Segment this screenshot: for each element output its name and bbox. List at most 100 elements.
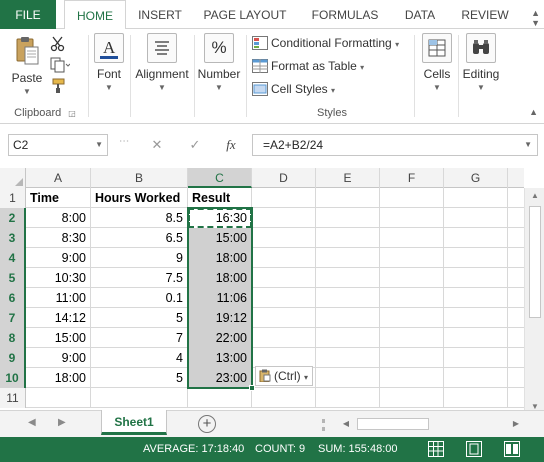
time-cell[interactable]: 8:30 xyxy=(26,228,91,248)
cell[interactable] xyxy=(316,228,380,248)
tab-file[interactable]: FILE xyxy=(0,0,56,29)
tab-home[interactable]: HOME xyxy=(64,0,126,30)
result-cell[interactable]: 15:00 xyxy=(188,228,252,248)
cell[interactable] xyxy=(444,228,508,248)
cell[interactable] xyxy=(380,348,444,368)
alignment-button[interactable]: Alignment ▼ xyxy=(134,33,190,92)
font-button[interactable]: A Font ▼ xyxy=(92,33,126,92)
scroll-right-icon[interactable]: ▶ xyxy=(509,416,523,432)
hours-cell[interactable]: 4 xyxy=(91,348,188,368)
cell[interactable] xyxy=(316,308,380,328)
cell[interactable] xyxy=(316,368,380,388)
tab-insert[interactable]: INSERT xyxy=(130,0,190,29)
cell[interactable] xyxy=(252,308,316,328)
cell-a1[interactable]: Time xyxy=(26,188,91,208)
hours-cell[interactable]: 8.5 xyxy=(91,208,188,228)
row-header[interactable]: 6 xyxy=(0,288,26,308)
scroll-up-icon[interactable]: ▲ xyxy=(525,188,544,204)
sheet-next-icon[interactable]: ▶ xyxy=(58,417,66,428)
cell[interactable] xyxy=(444,368,508,388)
cell[interactable] xyxy=(444,348,508,368)
resize-handle[interactable]: ⋮ xyxy=(118,136,129,146)
cell[interactable] xyxy=(252,208,316,228)
cut-button[interactable] xyxy=(50,35,69,55)
hours-cell[interactable]: 9 xyxy=(91,248,188,268)
cell[interactable] xyxy=(316,328,380,348)
row-header[interactable]: 1 xyxy=(0,188,26,208)
cell[interactable] xyxy=(252,328,316,348)
row-header[interactable]: 5 xyxy=(0,268,26,288)
cell[interactable] xyxy=(444,268,508,288)
hours-cell[interactable]: 5 xyxy=(91,368,188,388)
add-sheet-button[interactable]: + xyxy=(198,415,216,433)
normal-view-icon[interactable] xyxy=(428,441,444,457)
time-cell[interactable]: 8:00 xyxy=(26,208,91,228)
tab-overflow-icon[interactable]: ▲ ▼ xyxy=(531,8,540,28)
cell-b1[interactable]: Hours Worked xyxy=(91,188,188,208)
row-header[interactable]: 10 xyxy=(0,368,26,388)
row-header[interactable]: 9 xyxy=(0,348,26,368)
collapse-ribbon-icon[interactable]: ▲ xyxy=(529,107,538,117)
expand-formula-icon[interactable]: ▼ xyxy=(524,135,532,155)
tab-data[interactable]: DATA xyxy=(396,0,444,29)
time-cell[interactable]: 9:00 xyxy=(26,248,91,268)
cell[interactable] xyxy=(252,388,316,408)
result-cell[interactable]: 16:30 xyxy=(188,208,252,228)
cell[interactable] xyxy=(252,348,316,368)
row-header[interactable]: 11 xyxy=(0,388,26,408)
vertical-scrollbar[interactable]: ▲ ▼ xyxy=(524,188,544,415)
row-header[interactable]: 3 xyxy=(0,228,26,248)
result-cell[interactable]: 19:12 xyxy=(188,308,252,328)
time-cell[interactable]: 9:00 xyxy=(26,348,91,368)
cell[interactable] xyxy=(380,328,444,348)
cell[interactable] xyxy=(380,388,444,408)
result-cell[interactable]: 18:00 xyxy=(188,248,252,268)
result-cell[interactable]: 11:06 xyxy=(188,288,252,308)
time-cell[interactable]: 18:00 xyxy=(26,368,91,388)
formula-input[interactable]: =A2+B2/24 ▼ xyxy=(252,134,538,156)
cell[interactable] xyxy=(252,288,316,308)
column-header-b[interactable]: B xyxy=(91,168,188,188)
result-cell[interactable]: 22:00 xyxy=(188,328,252,348)
cell[interactable] xyxy=(316,208,380,228)
cell[interactable] xyxy=(444,208,508,228)
paste-options-button[interactable]: (Ctrl) ▾ xyxy=(255,366,314,386)
time-cell[interactable]: 15:00 xyxy=(26,328,91,348)
result-cell[interactable]: 18:00 xyxy=(188,268,252,288)
cell[interactable] xyxy=(444,328,508,348)
cells-button[interactable]: Cells ▼ xyxy=(418,33,456,92)
time-cell[interactable]: 11:00 xyxy=(26,288,91,308)
paste-button[interactable]: Paste ▼ xyxy=(8,35,46,96)
cell[interactable] xyxy=(188,388,252,408)
cell-styles-button[interactable]: Cell Styles ▾ xyxy=(252,79,335,99)
column-header-c[interactable]: C xyxy=(188,168,252,188)
row-header[interactable]: 8 xyxy=(0,328,26,348)
cell[interactable] xyxy=(380,248,444,268)
tab-formulas[interactable]: FORMULAS xyxy=(305,0,385,29)
cell[interactable] xyxy=(444,388,508,408)
format-painter-button[interactable] xyxy=(50,77,69,97)
cell[interactable] xyxy=(444,248,508,268)
column-header-f[interactable]: F xyxy=(380,168,444,188)
page-break-view-icon[interactable] xyxy=(504,441,520,457)
cancel-icon[interactable]: ✕ xyxy=(146,134,168,156)
sheet-tab-sheet1[interactable]: Sheet1 xyxy=(101,410,167,435)
cell[interactable] xyxy=(380,208,444,228)
copy-button[interactable] xyxy=(50,56,71,76)
hours-cell[interactable]: 7 xyxy=(91,328,188,348)
result-cell[interactable]: 13:00 xyxy=(188,348,252,368)
cell[interactable] xyxy=(380,228,444,248)
enter-icon[interactable]: ✓ xyxy=(184,134,206,156)
result-cell[interactable]: 23:00 xyxy=(188,368,252,388)
cell[interactable] xyxy=(380,288,444,308)
scroll-thumb[interactable] xyxy=(529,206,541,318)
sheet-prev-icon[interactable]: ◀ xyxy=(28,417,36,428)
cell[interactable] xyxy=(380,268,444,288)
horizontal-scrollbar[interactable]: ◀ ▶ xyxy=(339,416,523,432)
cell[interactable] xyxy=(316,288,380,308)
column-header-g[interactable]: G xyxy=(444,168,508,188)
row-header[interactable]: 4 xyxy=(0,248,26,268)
cell[interactable] xyxy=(316,248,380,268)
cell[interactable] xyxy=(380,368,444,388)
cell[interactable] xyxy=(380,308,444,328)
